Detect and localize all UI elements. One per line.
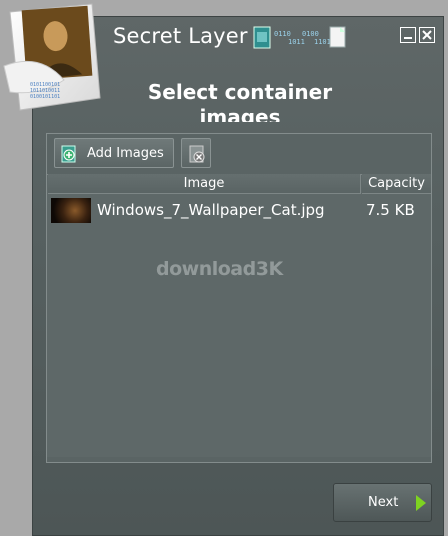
add-image-icon: [61, 145, 76, 163]
svg-text:1101: 1101: [314, 38, 331, 46]
logo-icon: 0101100101 1011010011 0100101101: [3, 3, 101, 111]
next-arrow-icon: [416, 495, 426, 511]
minimize-button[interactable]: [400, 27, 416, 43]
document-binary-icon: 0110 1011 0100 1101: [253, 26, 346, 49]
svg-text:1011: 1011: [288, 38, 305, 46]
close-icon: [422, 30, 432, 40]
image-filename[interactable]: Windows_7_Wallpaper_Cat.jpg: [97, 201, 325, 219]
window-title: Secret Layer: [113, 24, 248, 48]
remove-image-icon: [189, 145, 205, 163]
add-images-label: Add Images: [87, 146, 164, 161]
column-header-image[interactable]: Image: [48, 174, 361, 194]
remove-image-button[interactable]: [181, 138, 211, 168]
image-capacity[interactable]: 7.5 KB: [366, 201, 415, 219]
column-header-capacity[interactable]: Capacity: [362, 174, 431, 194]
svg-text:0100: 0100: [302, 30, 319, 38]
page-heading: Select container images: [147, 80, 333, 122]
add-images-button[interactable]: Add Images: [54, 138, 174, 168]
close-button[interactable]: [419, 27, 435, 43]
watermark: download3K: [156, 258, 296, 282]
watermark-text: download3K: [156, 258, 283, 280]
svg-text:0100101101: 0100101101: [30, 94, 60, 100]
svg-text:0110: 0110: [274, 30, 291, 38]
image-thumbnail[interactable]: [51, 198, 91, 223]
next-label: Next: [368, 495, 399, 510]
next-button[interactable]: Next: [333, 483, 432, 522]
